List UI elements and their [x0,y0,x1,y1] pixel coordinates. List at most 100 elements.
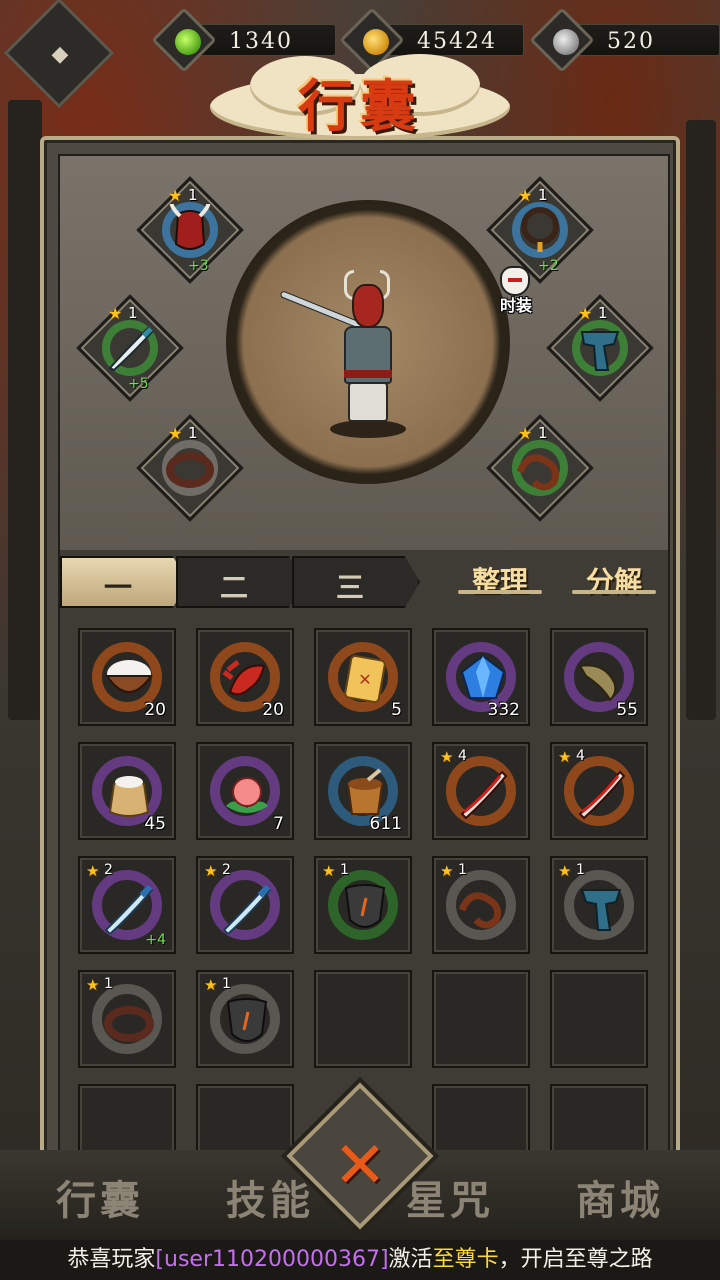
star-icon: ★ [204,976,218,994]
inventory-slot[interactable]: ✕ 5 [314,628,412,726]
star-count: 1 [188,424,198,442]
star-icon: ★ [440,862,454,880]
peach-icon [226,777,268,813]
equip-slot-weapon[interactable]: ★ 1 +5 [76,294,184,402]
star-icon: ★ [86,862,100,880]
inventory-tabs: 一 二 三 整理 分解 [60,552,668,610]
star-icon: ★ [86,976,100,994]
inventory-slot[interactable]: 611 [314,742,412,840]
character-belt [344,370,392,378]
inventory-slot[interactable]: ★ 1 [78,970,176,1068]
star-icon: ★ [108,304,123,323]
broadcast-suffix: ，开启至尊之路 [498,1247,653,1272]
inventory-slot-empty[interactable] [196,1084,294,1156]
inventory-slot[interactable]: ★ 1 [550,856,648,954]
sort-button[interactable]: 整理 [452,556,548,608]
tab-page-3[interactable]: 三 [292,556,420,608]
item-count: 5 [391,700,402,720]
inventory-slot[interactable]: 7 [196,742,294,840]
enhance-bonus: +4 [145,932,166,948]
inventory-slot-empty[interactable] [432,1084,530,1156]
inventory-slot[interactable]: ★ 1 [432,856,530,954]
jade-value: 1340 [229,29,293,54]
equip-slot-belt[interactable]: ★ 1 [486,414,594,522]
broadcast-username: [user110200000367] [155,1247,389,1272]
bracelet-icon [166,452,214,488]
tab-page-1[interactable]: 一 [60,556,188,608]
character-figure [280,270,406,440]
star-count: 1 [222,976,231,992]
title-banner: 行囊 [180,54,540,142]
background-tree [8,100,42,720]
inventory-slot[interactable]: 20 [78,628,176,726]
item-count: 20 [144,700,166,720]
equip-slot-necklace[interactable]: ★ 1 +2 [486,176,594,284]
svg-text:✕: ✕ [358,670,371,689]
inventory-slot-empty[interactable] [550,970,648,1068]
wooden-bucket-icon [346,768,384,815]
nav-shop[interactable]: 商城 [550,1168,690,1226]
inventory-panel: 时装 ★ 1 +3 ★ 1 +2 ★ 1 +5 ★ 1 ★ 1 ★ 1 一 二 … [40,136,680,1166]
star-count: 1 [458,862,467,878]
star-count: 1 [340,862,349,878]
star-icon: ★ [578,304,593,323]
silver-value: 520 [607,29,655,54]
ice-sword-icon [222,884,272,934]
character-oni-mask [352,284,384,328]
inventory-slot[interactable]: ★ 4 [550,742,648,840]
red-blade-icon [578,770,626,820]
inventory-slot[interactable]: 332 [432,628,530,726]
star-count: 1 [538,186,548,204]
inventory-slot-empty[interactable] [432,970,530,1068]
inventory-slot-empty[interactable] [78,1084,176,1156]
inventory-slot[interactable]: ★ 1 [196,970,294,1068]
equip-slot-head[interactable]: ★ 1 +3 [136,176,244,284]
blue-gem-icon [460,654,506,699]
star-count: 1 [128,304,138,322]
equip-slot-scarf[interactable]: ★ 1 [546,294,654,402]
page-title: 行囊 [298,74,422,140]
inventory-slot[interactable]: ★ 4 [432,742,530,840]
star-icon: ★ [168,424,183,443]
item-count: 7 [273,814,284,834]
star-icon: ★ [322,862,336,880]
red-blade-icon [460,770,508,820]
broadcast-marquee: 恭喜玩家[user110200000367]激活至尊卡，开启至尊之路 [0,1240,720,1280]
star-icon: ★ [518,424,533,443]
leather-belt-icon [458,892,502,929]
tab-page-2[interactable]: 二 [176,556,304,608]
equip-slot-bracelet[interactable]: ★ 1 [136,414,244,522]
prayer-beads-icon [521,207,559,252]
inventory-slot[interactable]: ★ 1 [314,856,412,954]
star-count: 1 [598,304,608,322]
star-count: 2 [104,862,113,878]
fashion-label: 时装 [499,296,532,315]
blade-icon [108,326,154,372]
star-icon: ★ [440,748,454,766]
inventory-slot-empty[interactable] [550,1084,648,1156]
tab-label: 三 [335,571,364,604]
inventory-slot[interactable]: 20 [196,628,294,726]
decompose-button[interactable]: 分解 [566,556,662,608]
inventory-slot[interactable]: 55 [550,628,648,726]
enhance-bonus: +3 [188,258,209,274]
broadcast-vip-card: 至尊卡 [432,1247,499,1272]
character-portrait [226,200,510,484]
ice-sword-icon [104,884,154,934]
inventory-slot-empty[interactable] [314,970,412,1068]
jade-icon [175,29,201,55]
scroll-icon: ✕ [344,655,386,703]
background-tree [686,120,716,720]
item-count: 20 [262,700,284,720]
inventory-slot[interactable]: 45 [78,742,176,840]
broadcast-middle: 激活 [388,1247,433,1272]
item-count: 45 [144,814,166,834]
star-count: 4 [576,748,585,764]
silver-icon [553,29,579,55]
tab-label: 二 [219,571,248,604]
inventory-slot[interactable]: ★ 2 [196,856,294,954]
nav-bag[interactable]: 行囊 [30,1168,170,1226]
panel-inner: 时装 ★ 1 +3 ★ 1 +2 ★ 1 +5 ★ 1 ★ 1 ★ 1 一 二 … [58,154,670,1156]
inventory-grid: 20 20 ✕ 5 332 55 45 7 611 ★ 4 ★ 4 ★ 2 +4… [78,628,658,1158]
inventory-slot[interactable]: ★ 2 +4 [78,856,176,954]
